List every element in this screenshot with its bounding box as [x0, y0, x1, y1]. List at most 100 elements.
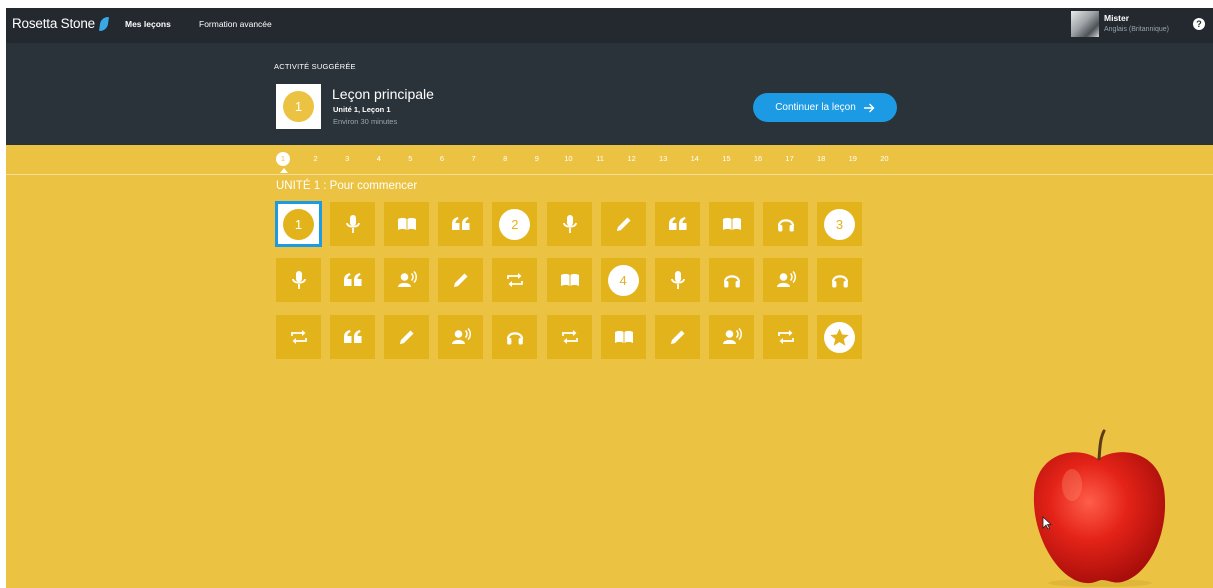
unit-tab-19[interactable]: 19 [845, 151, 861, 167]
activity-tile-headphones[interactable] [762, 202, 808, 246]
quote-icon [452, 217, 470, 230]
unit-tab-12[interactable]: 12 [624, 151, 640, 167]
avatar[interactable] [1071, 11, 1099, 37]
activity-tile-microphone[interactable] [654, 258, 700, 302]
microphone-icon [346, 215, 360, 233]
unit-heading: UNITÉ 1 : Pour commencer [276, 180, 418, 192]
activity-tile-repeat[interactable] [276, 315, 321, 359]
active-unit-pointer [280, 168, 288, 173]
activity-tile-headphones[interactable] [708, 258, 754, 302]
repeat-icon [507, 273, 524, 287]
activity-tile-microphone[interactable] [546, 202, 592, 246]
lesson-number-badge: 2 [499, 209, 531, 240]
brand-name: Rosetta Stone [12, 16, 95, 31]
microphone-icon [562, 215, 577, 233]
speaker-person-icon [776, 270, 796, 287]
unit-tab-8[interactable]: 8 [497, 151, 513, 167]
repeat-icon [777, 330, 794, 344]
activity-tile-microphone[interactable] [276, 258, 321, 302]
lesson-tile-1[interactable]: 1 [275, 201, 322, 247]
unit-tab-18[interactable]: 18 [813, 151, 829, 167]
activity-tile-headphones[interactable] [817, 258, 862, 302]
microphone-icon [670, 271, 685, 289]
unit-tab-6[interactable]: 6 [434, 151, 450, 167]
lesson-tile-4[interactable]: 4 [600, 258, 646, 302]
unit-tab-14[interactable]: 14 [687, 151, 703, 167]
activity-tile-speaker-person[interactable] [438, 315, 484, 359]
activity-tile-book[interactable] [546, 258, 592, 302]
book-icon [560, 273, 579, 286]
quote-icon [344, 273, 362, 286]
activity-tile-speaker-person[interactable] [708, 315, 754, 359]
app-window: Rosetta Stone Mes leçons Formation avanc… [6, 8, 1213, 588]
activity-tile-pencil[interactable] [384, 315, 430, 359]
quote-icon [344, 330, 362, 343]
activity-tile-quote[interactable] [330, 258, 376, 302]
continue-lesson-label: Continuer la leçon [775, 102, 856, 113]
milestone-badge [824, 322, 855, 353]
rosetta-stone-logo[interactable]: Rosetta Stone [12, 16, 109, 31]
unit-tab-13[interactable]: 13 [655, 151, 671, 167]
unit-tab-10[interactable]: 10 [560, 151, 576, 167]
unit-tab-7[interactable]: 7 [466, 151, 482, 167]
suggested-activity-panel: ACTIVITÉ SUGGÉRÉE 1 Leçon principale Uni… [6, 43, 1213, 145]
unit-tab-16[interactable]: 16 [750, 151, 766, 167]
unit-tab-3[interactable]: 3 [339, 151, 355, 167]
activity-tile-pencil[interactable] [438, 258, 484, 302]
help-icon[interactable]: ? [1193, 18, 1205, 30]
activity-tile-repeat[interactable] [546, 315, 592, 359]
book-icon [398, 217, 417, 230]
activity-tile-repeat[interactable] [762, 315, 808, 359]
suggested-activity-label: ACTIVITÉ SUGGÉRÉE [274, 62, 356, 71]
lesson-number-badge: 3 [824, 209, 855, 240]
activity-tile-quote[interactable] [438, 202, 484, 246]
unit-selector: 1 2 3 4 5 6 7 8 9 10 11 12 13 14 15 16 17 18 19 20 [6, 145, 1213, 175]
repeat-icon [561, 330, 578, 344]
activity-tile-quote[interactable] [654, 202, 700, 246]
book-icon [722, 217, 741, 230]
activity-tile-speaker-person[interactable] [384, 258, 430, 302]
suggested-lesson-badge[interactable]: 1 [276, 84, 321, 129]
pencil-icon [400, 330, 414, 344]
unit-tab-20[interactable]: 20 [876, 151, 892, 167]
unit-tab-9[interactable]: 9 [529, 151, 545, 167]
lesson-tile-3[interactable]: 3 [817, 202, 862, 246]
speaker-person-icon [452, 327, 472, 344]
activity-tile-pencil[interactable] [654, 315, 700, 359]
activity-tile-book[interactable] [600, 315, 646, 359]
activity-tile-book[interactable] [384, 202, 430, 246]
activity-tile-book[interactable] [708, 202, 754, 246]
activity-tile-headphones[interactable] [492, 315, 538, 359]
arrow-right-icon [863, 103, 875, 112]
activity-tile-quote[interactable] [330, 315, 376, 359]
suggested-lesson-title: Leçon principale [332, 86, 434, 102]
lesson-number-badge: 1 [283, 209, 314, 240]
user-name[interactable]: Mister [1104, 13, 1129, 23]
headphones-icon [507, 332, 524, 345]
activity-tile-repeat[interactable] [492, 258, 538, 302]
pencil-icon [670, 330, 685, 344]
unit-tab-1[interactable]: 1 [276, 152, 290, 166]
unit-tab-5[interactable]: 5 [402, 151, 418, 167]
lesson-tile-2[interactable]: 2 [492, 202, 538, 246]
book-icon [614, 330, 633, 343]
activity-tile-pencil[interactable] [600, 202, 646, 246]
continue-lesson-button[interactable]: Continuer la leçon [753, 93, 897, 122]
pencil-icon [616, 217, 631, 231]
unit-tab-11[interactable]: 11 [592, 151, 608, 167]
tab-mes-lecons[interactable]: Mes leçons [125, 8, 171, 43]
top-navigation-bar: Rosetta Stone Mes leçons Formation avanc… [6, 8, 1213, 43]
activity-tile-star[interactable] [817, 315, 862, 359]
apple-image [1033, 429, 1166, 587]
tab-formation-avancee[interactable]: Formation avancée [199, 8, 272, 43]
unit-tab-2[interactable]: 2 [308, 151, 324, 167]
unit-tab-4[interactable]: 4 [371, 151, 387, 167]
suggested-lesson-duration: Environ 30 minutes [333, 117, 398, 126]
activity-tile-speaker-person[interactable] [762, 258, 808, 302]
headphones-icon [723, 275, 740, 288]
repeat-icon [291, 330, 307, 344]
activity-tile-microphone[interactable] [330, 202, 376, 246]
pencil-icon [454, 273, 468, 287]
unit-tab-15[interactable]: 15 [718, 151, 734, 167]
unit-tab-17[interactable]: 17 [782, 151, 798, 167]
